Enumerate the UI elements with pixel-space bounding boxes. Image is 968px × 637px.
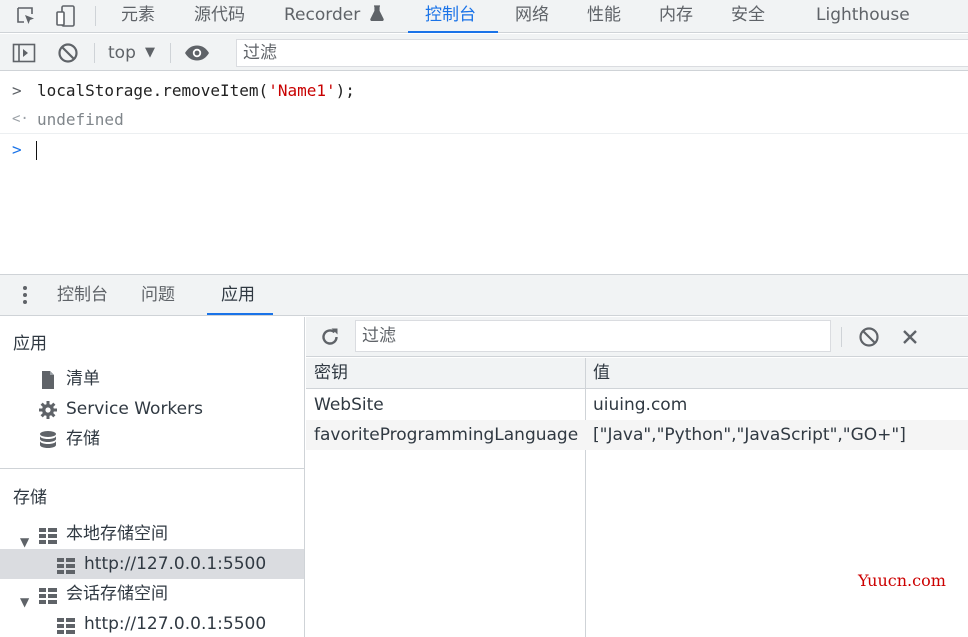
console-command-text[interactable]: localStorage.removeItem('Name1'); bbox=[37, 76, 355, 105]
divider bbox=[94, 43, 95, 63]
gear-icon bbox=[39, 401, 57, 419]
text-caret bbox=[36, 141, 37, 160]
drawer-tab-application[interactable]: 应用 bbox=[221, 275, 255, 315]
database-icon bbox=[40, 431, 56, 448]
flask-icon bbox=[369, 5, 384, 22]
sidebar-item-label: 会话存储空间 bbox=[66, 584, 168, 604]
divider bbox=[841, 327, 842, 347]
result-arrow-icon: <· bbox=[12, 111, 29, 127]
storage-table-header: 密钥 值 bbox=[306, 358, 968, 389]
tab-recorder[interactable]: Recorder bbox=[284, 0, 384, 33]
sidebar-item-label: 本地存储空间 bbox=[66, 524, 168, 544]
cell-value: uiuing.com bbox=[593, 395, 688, 415]
drawer-tabbar: 控制台 问题 应用 bbox=[0, 274, 968, 316]
tab-memory[interactable]: 内存 bbox=[659, 0, 693, 33]
console-result-text: undefined bbox=[37, 110, 124, 129]
tab-recorder-label: Recorder bbox=[284, 5, 361, 25]
tab-sources[interactable]: 源代码 bbox=[194, 0, 245, 33]
clear-all-icon[interactable] bbox=[856, 324, 882, 350]
devtools-main-tabbar: 元素 源代码 Recorder 控制台 网络 性能 内存 安全 Lighthou… bbox=[0, 0, 968, 33]
application-sidebar: 应用 清单 Service Workers 存储 存储 ▼ 本地存储空间 htt… bbox=[0, 317, 305, 637]
document-icon bbox=[42, 371, 54, 389]
clear-console-icon[interactable] bbox=[55, 40, 81, 66]
context-selector[interactable]: top bbox=[108, 40, 136, 66]
console-command-line: > localStorage.removeItem('Name1'); bbox=[0, 76, 968, 105]
column-header-key[interactable]: 密钥 bbox=[314, 358, 348, 389]
dropdown-arrow-icon[interactable]: ▼ bbox=[145, 40, 155, 66]
cell-key: WebSite bbox=[314, 395, 384, 415]
table-grid-icon bbox=[57, 558, 75, 574]
console-toolbar: top ▼ 过滤 bbox=[0, 34, 968, 71]
cell-key: favoriteProgrammingLanguage bbox=[314, 425, 579, 445]
tab-console[interactable]: 控制台 bbox=[425, 0, 476, 33]
sidebar-item-label: http://127.0.0.1:5500 bbox=[84, 614, 267, 634]
sidebar-divider bbox=[0, 468, 304, 469]
column-header-value[interactable]: 值 bbox=[593, 358, 610, 389]
input-chevron-icon: > bbox=[12, 81, 22, 100]
console-result-line: <· undefined bbox=[0, 105, 968, 134]
tab-security[interactable]: 安全 bbox=[731, 0, 765, 33]
table-row[interactable]: WebSite uiuing.com bbox=[306, 390, 968, 420]
watermark: Yuucn.com bbox=[858, 571, 946, 590]
table-row[interactable]: favoriteProgrammingLanguage ["Java","Pyt… bbox=[306, 420, 968, 450]
more-tools-icon[interactable] bbox=[20, 285, 30, 305]
divider bbox=[95, 6, 96, 26]
expand-triangle-icon[interactable]: ▼ bbox=[20, 587, 29, 617]
drawer-tab-console[interactable]: 控制台 bbox=[57, 275, 108, 315]
refresh-icon[interactable] bbox=[317, 324, 343, 350]
storage-toolbar: 过滤 bbox=[306, 317, 968, 357]
active-tab-indicator bbox=[408, 31, 498, 33]
sidebar-item-label: http://127.0.0.1:5500 bbox=[84, 554, 267, 574]
live-expression-eye-icon[interactable] bbox=[184, 40, 210, 66]
table-grid-icon bbox=[39, 528, 57, 544]
tab-elements[interactable]: 元素 bbox=[121, 0, 155, 33]
delete-selected-icon[interactable] bbox=[897, 324, 923, 350]
section-title-application: 应用 bbox=[13, 334, 47, 354]
prompt-chevron-icon: > bbox=[12, 140, 22, 159]
console-output: > localStorage.removeItem('Name1'); <· u… bbox=[0, 72, 968, 273]
table-grid-icon bbox=[39, 588, 57, 604]
tab-performance[interactable]: 性能 bbox=[587, 0, 621, 33]
show-sidebar-icon[interactable] bbox=[11, 40, 37, 66]
tab-lighthouse[interactable]: Lighthouse bbox=[816, 0, 910, 33]
section-title-storage: 存储 bbox=[13, 488, 47, 508]
storage-filter-input[interactable]: 过滤 bbox=[355, 320, 831, 352]
drawer-tab-issues[interactable]: 问题 bbox=[141, 275, 175, 315]
active-drawer-tab-indicator bbox=[207, 313, 273, 315]
console-filter-input[interactable]: 过滤 bbox=[236, 39, 968, 67]
sidebar-item-label: 存储 bbox=[66, 429, 100, 449]
console-prompt[interactable]: > bbox=[0, 135, 968, 164]
table-grid-icon bbox=[57, 618, 75, 634]
sidebar-item-label: Service Workers bbox=[66, 399, 203, 419]
sidebar-item-label: 清单 bbox=[66, 369, 100, 389]
inspect-element-icon[interactable] bbox=[13, 3, 39, 29]
device-toolbar-icon[interactable] bbox=[53, 3, 79, 29]
cell-value: ["Java","Python","JavaScript","GO+"] bbox=[593, 425, 906, 445]
tab-network[interactable]: 网络 bbox=[515, 0, 549, 33]
divider bbox=[170, 43, 171, 63]
